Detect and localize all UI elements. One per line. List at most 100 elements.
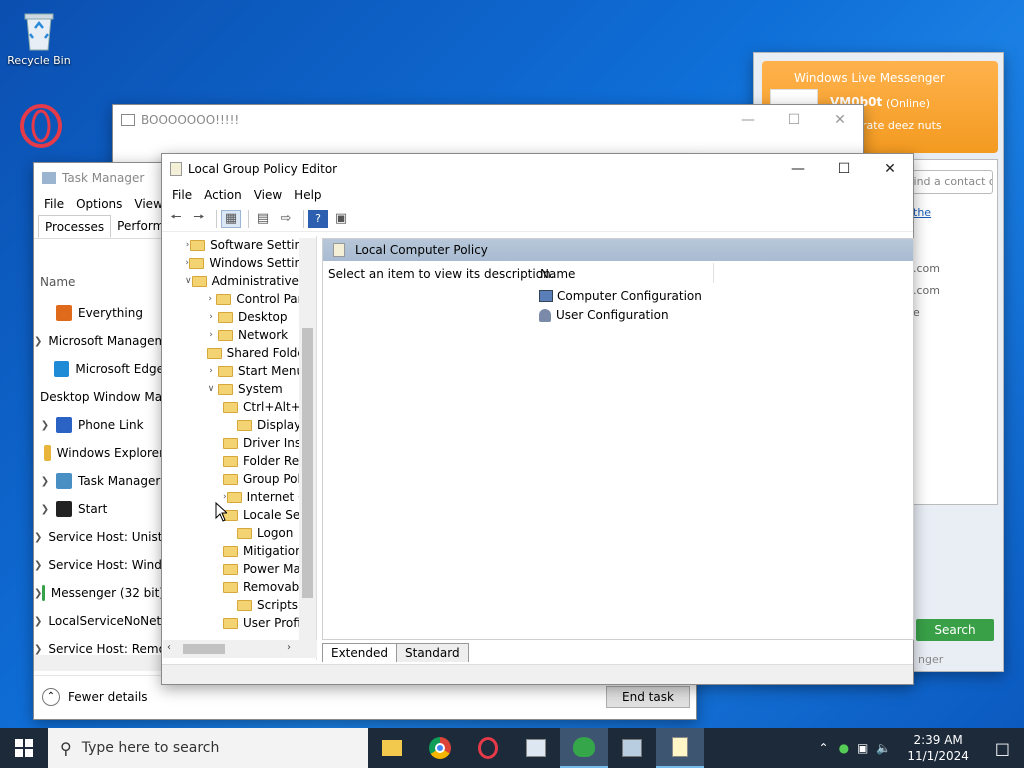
mmc-taskbar-button[interactable] (512, 728, 560, 768)
contact-search-input[interactable]: Find a contact or number (903, 170, 993, 194)
tree-item[interactable]: Ctrl+Alt+Del Options (163, 398, 316, 416)
menu-view[interactable]: View (248, 188, 288, 202)
horizontal-scrollbar[interactable] (34, 655, 164, 671)
chevron-right-icon[interactable]: ❯ (34, 616, 42, 627)
tab-standard[interactable]: Standard (396, 643, 469, 662)
chevron-right-icon[interactable]: › (204, 330, 218, 340)
contact-item[interactable]: .com (913, 262, 940, 275)
chevron-right-icon[interactable]: ❯ (34, 476, 56, 487)
process-row[interactable]: ❯ Service Host: Windows (34, 551, 164, 579)
tree-item[interactable]: Group Policy (163, 470, 316, 488)
tree-item[interactable]: Scripts (163, 596, 316, 614)
show-hidden-icons-icon[interactable]: ⌃ (813, 741, 835, 755)
tree-item[interactable]: › Network (163, 326, 316, 344)
column-name[interactable]: Name (540, 267, 575, 281)
messenger-search-button[interactable]: Search (916, 619, 994, 641)
group-policy-editor-window[interactable]: Local Group Policy Editor — ☐ ✕ File Act… (161, 153, 914, 685)
chevron-right-icon[interactable]: ❯ (34, 560, 42, 571)
user-configuration-item[interactable]: User Configuration (539, 308, 669, 322)
tree-item[interactable]: › Windows Settings (163, 254, 316, 272)
end-task-button[interactable]: End task (606, 686, 690, 708)
contact-item[interactable]: e (913, 306, 920, 319)
chevron-right-icon[interactable]: ❯ (34, 420, 56, 431)
close-button[interactable]: ✕ (867, 154, 913, 184)
tree-item[interactable]: ∨ System (163, 380, 316, 398)
clock[interactable]: 2:39 AM 11/1/2024 (895, 732, 981, 764)
contact-item[interactable]: .com (913, 284, 940, 297)
chevron-down-icon[interactable]: ∨ (204, 384, 218, 394)
tab-processes[interactable]: Processes (38, 215, 112, 238)
tree-item[interactable]: User Profiles (163, 614, 316, 632)
opera-taskbar-button[interactable] (464, 728, 512, 768)
tree-item[interactable]: Mitigation Options (163, 542, 316, 560)
filter-icon[interactable]: ▣ (331, 210, 351, 228)
chevron-right-icon[interactable]: › (204, 366, 218, 376)
opera-gx-shortcut[interactable] (4, 104, 74, 150)
column-name[interactable]: Name (40, 275, 75, 289)
messenger-taskbar-button[interactable] (560, 728, 608, 768)
taskbar-search-box[interactable]: ⚲ Type here to search (48, 728, 368, 768)
volume-icon[interactable]: 🔈 (872, 741, 895, 755)
tree-item[interactable]: Display (163, 416, 316, 434)
forward-arrow-icon[interactable]: 🠖 (189, 210, 209, 228)
show-hide-tree-icon[interactable]: ▦ (221, 209, 241, 228)
messenger-link[interactable]: the (913, 206, 931, 219)
task-manager-taskbar-button[interactable] (608, 728, 656, 768)
file-explorer-taskbar-button[interactable] (368, 728, 416, 768)
tree-item[interactable]: Driver Installation (163, 434, 316, 452)
network-icon[interactable]: ▣ (853, 741, 872, 755)
computer-configuration-item[interactable]: Computer Configuration (539, 289, 702, 303)
chevron-right-icon[interactable]: ❯ (34, 644, 42, 655)
notepad-taskbar-button[interactable] (656, 728, 704, 768)
maximize-button[interactable]: ☐ (821, 154, 867, 184)
messenger-status[interactable]: (Online) (886, 97, 930, 110)
chevron-right-icon[interactable]: ❯ (34, 588, 42, 599)
menu-help[interactable]: Help (288, 188, 327, 202)
chevron-right-icon[interactable]: ❯ (34, 504, 56, 515)
start-button[interactable] (0, 728, 48, 768)
minimize-button[interactable]: — (775, 154, 821, 184)
tab-extended[interactable]: Extended (322, 643, 397, 662)
menu-options[interactable]: Options (70, 197, 128, 211)
chevron-right-icon[interactable]: › (204, 294, 216, 304)
properties-icon[interactable]: ▤ (253, 210, 273, 228)
process-row[interactable]: ❯ Start (34, 495, 164, 523)
chrome-taskbar-button[interactable] (416, 728, 464, 768)
process-row[interactable]: Desktop Window Manager (34, 383, 164, 411)
process-row[interactable]: Microsoft Edge (34, 355, 164, 383)
process-row[interactable]: ❯ Phone Link (34, 411, 164, 439)
back-arrow-icon[interactable]: 🠔 (166, 210, 186, 228)
scroll-left-icon[interactable]: ‹ (167, 642, 171, 653)
process-row[interactable]: ❯ LocalServiceNoNetwork (34, 607, 164, 635)
chevron-right-icon[interactable]: ❯ (34, 336, 42, 347)
recycle-bin-shortcut[interactable]: Recycle Bin (4, 8, 74, 67)
tree-vertical-scrollbar[interactable] (299, 238, 316, 642)
menu-action[interactable]: Action (198, 188, 248, 202)
process-row[interactable]: ❯ Messenger (32 bit) (34, 579, 164, 607)
messenger-personal-message[interactable]: rate deez nuts (862, 119, 942, 132)
chevron-right-icon[interactable]: › (204, 312, 218, 322)
tree-item[interactable]: › Software Settings (163, 236, 316, 254)
tree-item[interactable]: Folder Redirection (163, 452, 316, 470)
tree-item[interactable]: Shared Folders (163, 344, 316, 362)
tree-horizontal-scrollbar[interactable]: ‹ › (163, 640, 317, 658)
scroll-right-icon[interactable]: › (287, 642, 291, 653)
process-row[interactable]: ❯ Service Host: Unistack (34, 523, 164, 551)
tree-item[interactable]: Power Management (163, 560, 316, 578)
process-row[interactable]: Everything (34, 299, 164, 327)
tree-item[interactable]: Removable Storage (163, 578, 316, 596)
maximize-button[interactable]: ☐ (771, 105, 817, 135)
minimize-button[interactable]: — (725, 105, 771, 135)
tree-item[interactable]: ›Internet Communication (163, 488, 316, 506)
tree-item[interactable]: ∨Administrative Templates (163, 272, 316, 290)
tree-item[interactable]: › Control Panel (163, 290, 316, 308)
close-button[interactable]: ✕ (817, 105, 863, 135)
process-row[interactable]: ❯ Task Manager (34, 467, 164, 495)
chevron-down-icon[interactable]: ∨ (185, 276, 192, 286)
menu-file[interactable]: File (38, 197, 70, 211)
tree-item[interactable]: Locale Services (163, 506, 316, 524)
process-row[interactable]: Windows Explorer (34, 439, 164, 467)
chevron-right-icon[interactable]: ❯ (34, 532, 42, 543)
fewer-details-button[interactable]: ⌃ Fewer details (42, 688, 148, 706)
messenger-tray-icon[interactable]: ● (835, 741, 853, 755)
